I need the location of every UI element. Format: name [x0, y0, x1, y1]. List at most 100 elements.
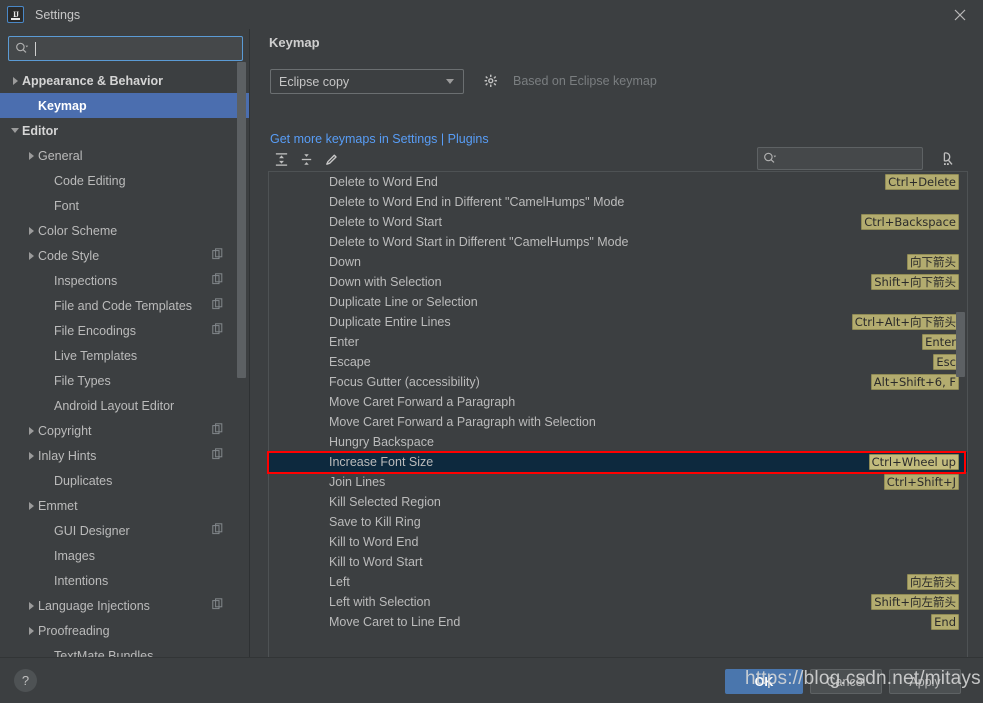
chevron-right-icon[interactable] — [8, 68, 22, 93]
sidebar-item-images[interactable]: Images — [0, 543, 250, 568]
keymap-search-box[interactable] — [757, 147, 938, 170]
sidebar-item-code-editing[interactable]: Code Editing — [0, 168, 250, 193]
copy-settings-icon[interactable] — [212, 598, 226, 613]
sidebar-item-label: Editor — [22, 123, 59, 138]
sidebar-item-font[interactable]: Font — [0, 193, 250, 218]
sidebar-item-editor[interactable]: Editor — [0, 118, 250, 143]
keymap-action-row[interactable]: Kill Selected Region — [269, 492, 967, 512]
settings-search-box[interactable] — [8, 36, 243, 61]
sidebar-item-keymap[interactable]: Keymap — [0, 93, 250, 118]
keymap-action-row[interactable]: Delete to Word Start Ctrl+Backspace — [269, 212, 967, 232]
keymap-action-row[interactable]: Left with Selection Shift+向左箭头 — [269, 592, 967, 612]
keymap-action-row[interactable]: Delete to Word Start in Different "Camel… — [269, 232, 967, 252]
chevron-right-icon[interactable] — [24, 243, 38, 268]
keymap-action-row[interactable]: Focus Gutter (accessibility) Alt+Shift+6,… — [269, 372, 967, 392]
keymap-action-list[interactable]: Delete to Word End Ctrl+Delete Delete to W… — [268, 171, 968, 659]
keymap-action-row[interactable]: Join Lines Ctrl+Shift+J — [269, 472, 967, 492]
sidebar-item-inspections[interactable]: Inspections — [0, 268, 250, 293]
action-list-scrollbar-thumb[interactable] — [956, 312, 965, 377]
keymap-shortcut-badge: 向下箭头 — [907, 254, 959, 270]
sidebar-item-general[interactable]: General — [0, 143, 250, 168]
settings-search-input[interactable] — [36, 40, 242, 57]
sidebar-scrollbar-thumb[interactable] — [237, 62, 246, 378]
sidebar-item-file-encodings[interactable]: File Encodings — [0, 318, 250, 343]
sidebar-scrollbar[interactable] — [237, 62, 246, 378]
ok-button[interactable]: OK — [725, 669, 803, 694]
copy-settings-icon[interactable] — [212, 423, 226, 438]
sidebar-item-copyright[interactable]: Copyright — [0, 418, 250, 443]
chevron-down-icon[interactable] — [8, 118, 22, 143]
keymap-action-row[interactable]: Duplicate Entire Lines Ctrl+Alt+向下箭头 — [269, 312, 967, 332]
keymap-action-row[interactable]: Down with Selection Shift+向下箭头 — [269, 272, 967, 292]
copy-settings-icon[interactable] — [212, 323, 226, 338]
sidebar-item-textmate-bundles[interactable]: TextMate Bundles — [0, 643, 250, 658]
help-button[interactable]: ? — [14, 669, 37, 692]
keymap-action-row[interactable]: Delete to Word End Ctrl+Delete — [269, 172, 967, 192]
sidebar-item-emmet[interactable]: Emmet — [0, 493, 250, 518]
collapse-all-icon[interactable] — [293, 146, 319, 172]
keymap-action-row[interactable]: Duplicate Line or Selection — [269, 292, 967, 312]
sidebar-item-intentions[interactable]: Intentions — [0, 568, 250, 593]
copy-settings-icon[interactable] — [212, 273, 226, 288]
copy-settings-icon[interactable] — [212, 448, 226, 463]
chevron-right-icon[interactable] — [24, 143, 38, 168]
expand-all-icon[interactable] — [268, 146, 294, 172]
keymap-shortcut-badge: Shift+向下箭头 — [871, 274, 959, 290]
action-list-scrollbar[interactable] — [956, 174, 965, 658]
sidebar-item-code-style[interactable]: Code Style — [0, 243, 250, 268]
sidebar-item-color-scheme[interactable]: Color Scheme — [0, 218, 250, 243]
keymap-action-row[interactable]: Enter Enter — [269, 332, 967, 352]
keymap-action-row[interactable]: Move Caret to Line End End — [269, 612, 967, 632]
cancel-button[interactable]: Cancel — [810, 669, 882, 694]
keymap-search-input[interactable] — [777, 150, 938, 167]
keymap-action-row[interactable]: Move Caret Forward a Paragraph with Sele… — [269, 412, 967, 432]
sidebar-item-label: Intentions — [54, 573, 109, 588]
keymap-action-row[interactable]: Save to Kill Ring — [269, 512, 967, 532]
keymap-action-row[interactable]: Down 向下箭头 — [269, 252, 967, 272]
sidebar-item-file-types[interactable]: File Types — [0, 368, 250, 393]
gear-icon[interactable] — [480, 70, 502, 92]
keymap-action-row[interactable]: Move Caret Forward a Paragraph — [269, 392, 967, 412]
sidebar-item-label: Duplicates — [54, 473, 113, 488]
apply-button[interactable]: Apply — [889, 669, 961, 694]
sidebar-item-gui-designer[interactable]: GUI Designer — [0, 518, 250, 543]
sidebar-item-inlay-hints[interactable]: Inlay Hints — [0, 443, 250, 468]
keymap-action-row[interactable]: Increase Font Size Ctrl+Wheel up — [269, 452, 967, 472]
copy-settings-icon[interactable] — [212, 248, 226, 263]
edit-pencil-icon[interactable] — [318, 146, 344, 172]
sidebar-item-file-and-code-templates[interactable]: File and Code Templates — [0, 293, 250, 318]
chevron-right-icon[interactable] — [24, 418, 38, 443]
find-by-shortcut-icon[interactable] — [936, 147, 960, 170]
close-icon[interactable] — [937, 0, 983, 29]
keymap-select[interactable]: Eclipse copy — [270, 69, 464, 94]
sidebar-item-appearance-behavior[interactable]: Appearance & Behavior — [0, 68, 250, 93]
keymap-action-row[interactable]: Delete to Word End in Different "CamelHu… — [269, 192, 967, 212]
chevron-right-icon[interactable] — [24, 618, 38, 643]
keymap-action-name: Focus Gutter (accessibility) — [329, 375, 480, 389]
chevron-right-icon[interactable] — [24, 443, 38, 468]
window-title: Settings — [35, 7, 81, 22]
keymap-action-name: Kill to Word End — [329, 535, 419, 549]
chevron-right-icon[interactable] — [24, 593, 38, 618]
keymap-action-row[interactable]: Kill to Word End — [269, 532, 967, 552]
sidebar-item-live-templates[interactable]: Live Templates — [0, 343, 250, 368]
keymap-action-name: Delete to Word Start in Different "Camel… — [329, 235, 629, 249]
chevron-right-icon[interactable] — [24, 218, 38, 243]
keymap-action-row[interactable]: Hungry Backspace — [269, 432, 967, 452]
sidebar-item-label: File Types — [54, 373, 111, 388]
keymap-action-row[interactable]: Kill to Word Start — [269, 552, 967, 572]
keymap-action-row[interactable]: Left 向左箭头 — [269, 572, 967, 592]
copy-settings-icon[interactable] — [212, 523, 226, 538]
chevron-right-icon[interactable] — [24, 493, 38, 518]
sidebar-item-duplicates[interactable]: Duplicates — [0, 468, 250, 493]
copy-settings-icon[interactable] — [212, 298, 226, 313]
sidebar-item-language-injections[interactable]: Language Injections — [0, 593, 250, 618]
keymap-select-value: Eclipse copy — [279, 74, 350, 89]
keymap-shortcut-badge: Alt+Shift+6, F — [870, 374, 959, 390]
sidebar-item-proofreading[interactable]: Proofreading — [0, 618, 250, 643]
title-bar: IJ Settings — [0, 0, 983, 29]
sidebar-item-android-layout-editor[interactable]: Android Layout Editor — [0, 393, 250, 418]
keymap-action-row[interactable]: Escape Esc — [269, 352, 967, 372]
